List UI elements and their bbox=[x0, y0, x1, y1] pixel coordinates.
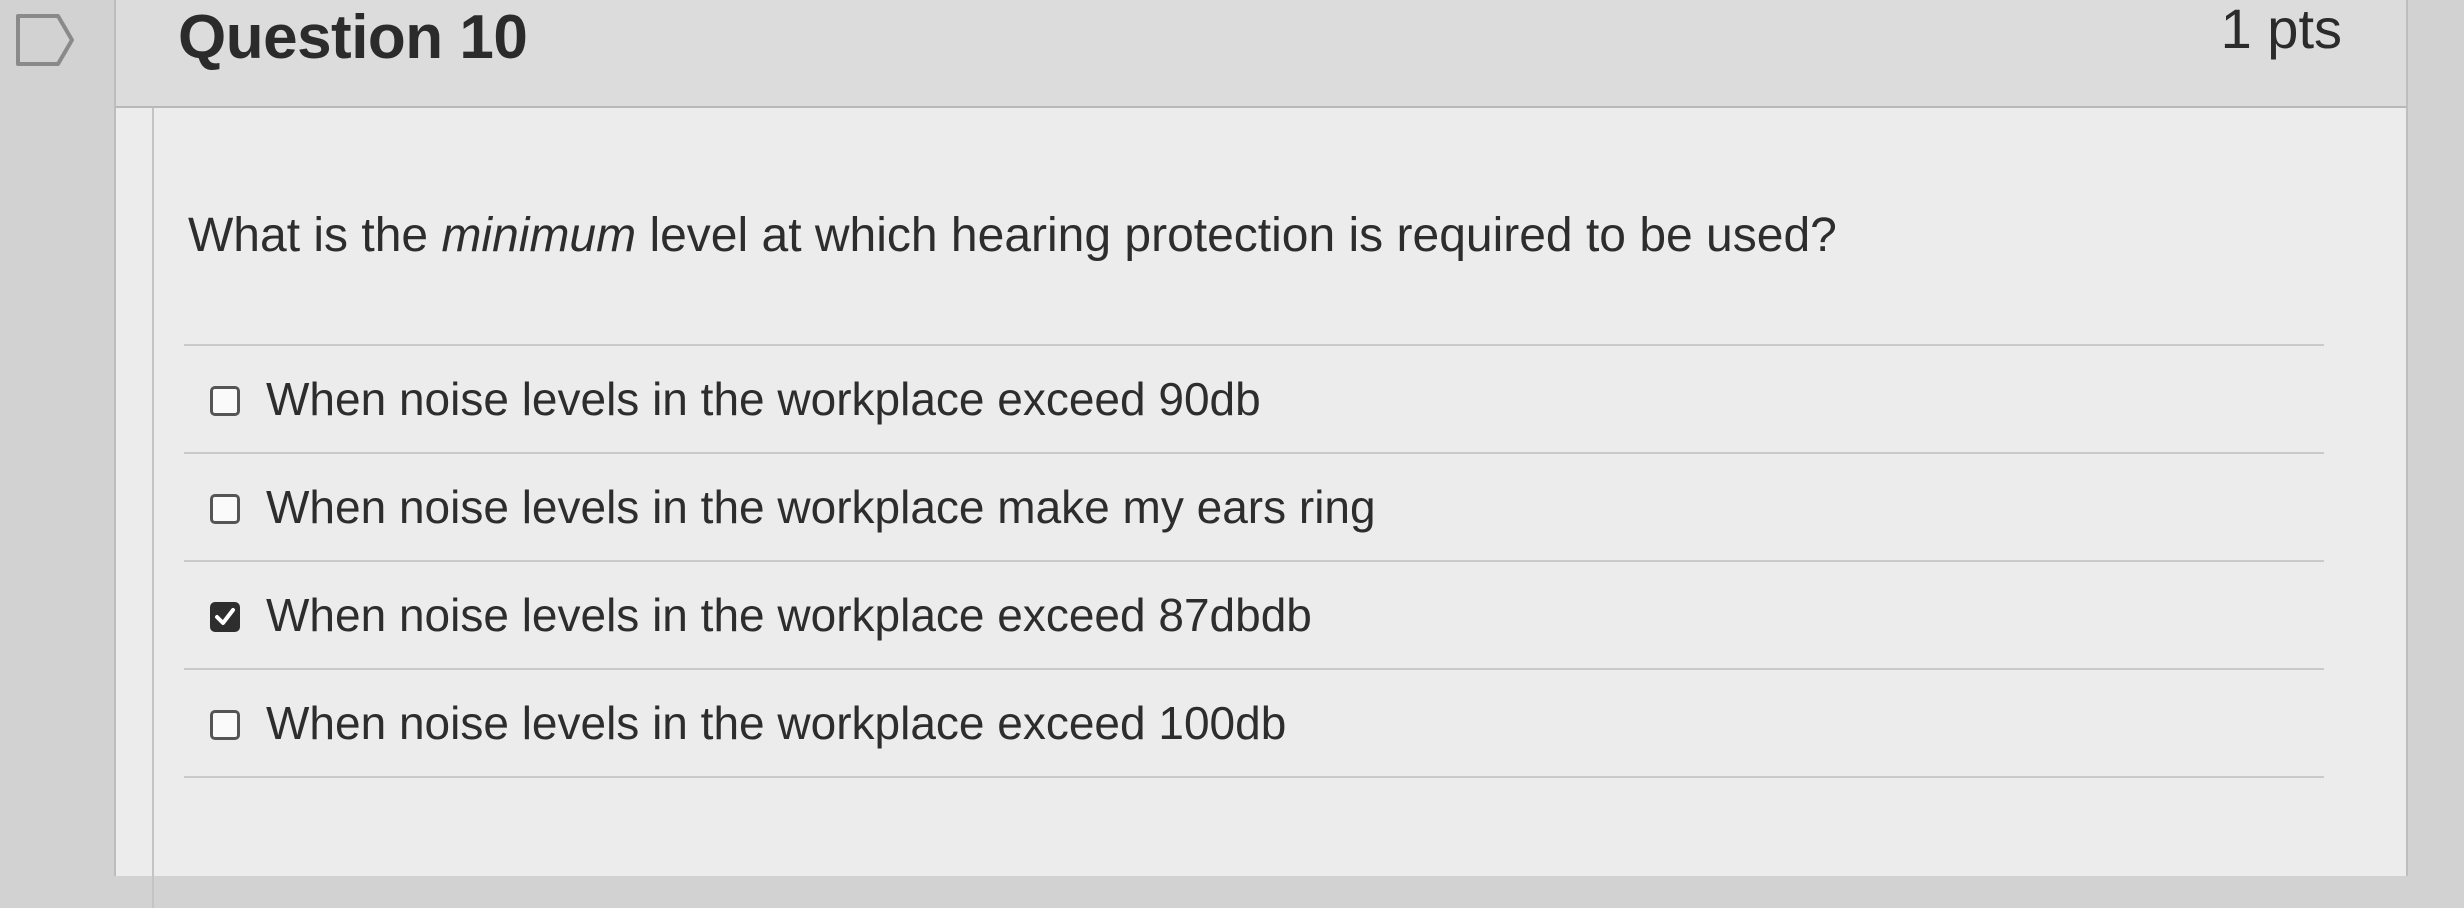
answer-list: When noise levels in the workplace excee… bbox=[184, 344, 2324, 778]
question-title: Question 10 bbox=[178, 3, 528, 72]
answer-label[interactable]: When noise levels in the workplace make … bbox=[266, 480, 1376, 534]
answer-checkbox[interactable] bbox=[210, 386, 240, 416]
question-body: What is the minimum level at which heari… bbox=[152, 108, 2376, 908]
answer-checkbox[interactable] bbox=[210, 710, 240, 740]
question-text-after: level at which hearing protection is req… bbox=[636, 209, 1837, 262]
answer-option-3[interactable]: When noise levels in the workplace excee… bbox=[184, 562, 2324, 670]
answer-label[interactable]: When noise levels in the workplace excee… bbox=[266, 696, 1286, 750]
question-points: 1 pts bbox=[2220, 0, 2342, 60]
question-header: Question 10 1 pts bbox=[116, 0, 2406, 108]
answer-checkbox[interactable] bbox=[210, 494, 240, 524]
answer-option-2[interactable]: When noise levels in the workplace make … bbox=[184, 454, 2324, 562]
question-card: Question 10 1 pts What is the minimum le… bbox=[114, 0, 2408, 908]
answer-option-4[interactable]: When noise levels in the workplace excee… bbox=[184, 670, 2324, 778]
question-text-before: What is the bbox=[188, 209, 442, 262]
checkmark-icon bbox=[215, 608, 235, 625]
answer-label[interactable]: When noise levels in the workplace excee… bbox=[266, 588, 1312, 642]
question-text: What is the minimum level at which heari… bbox=[188, 208, 1837, 263]
answer-label[interactable]: When noise levels in the workplace excee… bbox=[266, 372, 1261, 426]
flag-question-icon[interactable] bbox=[14, 12, 76, 68]
answer-option-1[interactable]: When noise levels in the workplace excee… bbox=[184, 346, 2324, 454]
answer-checkbox[interactable] bbox=[210, 602, 240, 632]
question-text-emphasis: minimum bbox=[441, 209, 637, 262]
